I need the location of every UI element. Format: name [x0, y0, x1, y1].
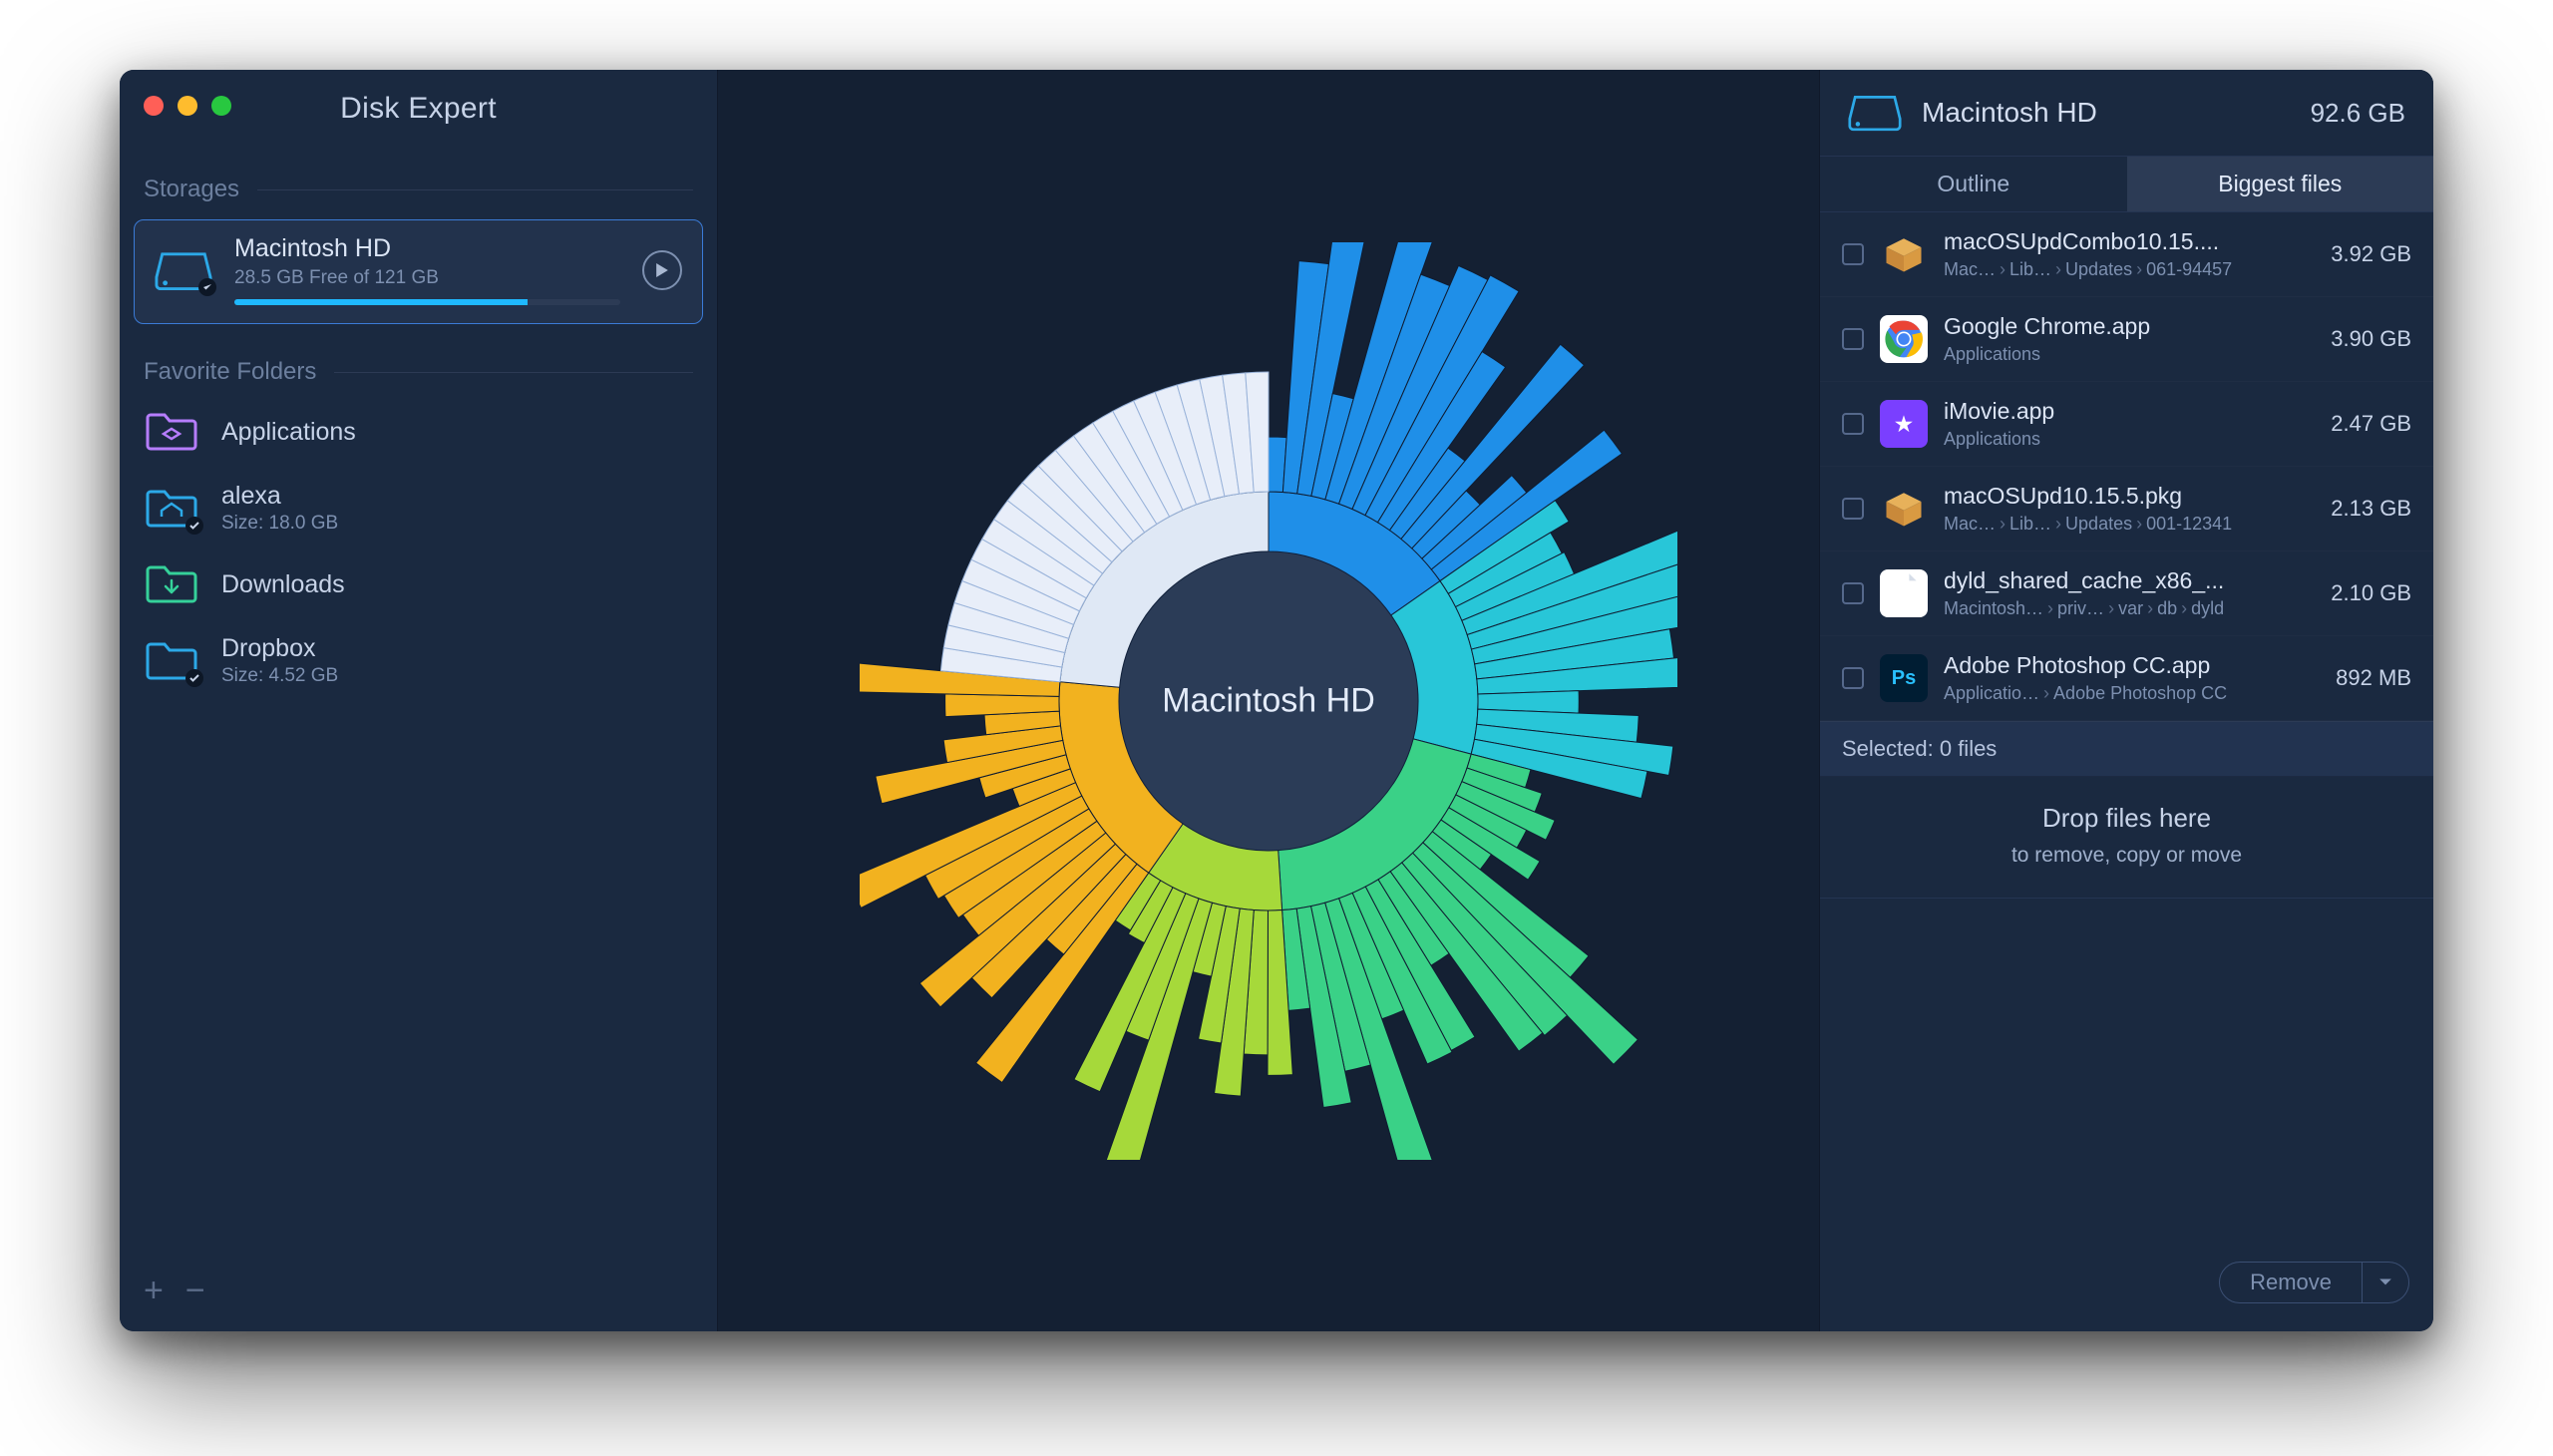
remove-button-dropdown[interactable]	[2362, 1263, 2408, 1302]
file-path: Applications	[1944, 429, 2307, 450]
file-path: Applicatio…›Adobe Photoshop CC	[1944, 683, 2312, 704]
file-icon	[1880, 485, 1928, 533]
details-panel: Macintosh HD 92.6 GB Outline Biggest fil…	[1819, 70, 2433, 1331]
file-row[interactable]: Ps Adobe Photoshop CC.app Applicatio…›Ad…	[1820, 636, 2433, 721]
file-checkbox[interactable]	[1842, 328, 1864, 350]
favorite-folder-dropbox[interactable]: Dropbox Size: 4.52 GB	[120, 620, 717, 701]
tab-outline[interactable]: Outline	[1820, 157, 2127, 211]
details-header: Macintosh HD 92.6 GB	[1820, 70, 2433, 157]
drop-zone[interactable]: Drop files here to remove, copy or move	[1820, 777, 2433, 899]
drop-zone-subtitle: to remove, copy or move	[1830, 844, 2423, 868]
sunburst-chart[interactable]: Macintosh HD	[860, 242, 1677, 1160]
chart-center-label: Macintosh HD	[1162, 681, 1375, 720]
file-size: 892 MB	[2336, 665, 2411, 691]
file-checkbox[interactable]	[1842, 582, 1864, 604]
storage-name: Macintosh HD	[234, 234, 620, 263]
remove-button-label: Remove	[2220, 1263, 2362, 1302]
details-tabs: Outline Biggest files	[1820, 157, 2433, 212]
divider	[334, 372, 693, 373]
file-row[interactable]: dyld_shared_cache_x86_... Macintosh…›pri…	[1820, 551, 2433, 636]
file-row[interactable]: ★ iMovie.app Applications 2.47 GB	[1820, 382, 2433, 467]
file-checkbox[interactable]	[1842, 413, 1864, 435]
file-icon	[1880, 315, 1928, 363]
folder-icon	[144, 562, 199, 606]
sidebar: Disk Expert Storages Macintosh HD 28.5 G…	[120, 70, 718, 1331]
file-row[interactable]: macOSUpdCombo10.15.... Mac…›Lib…›Updates…	[1820, 212, 2433, 297]
favorite-folder-downloads[interactable]: Downloads	[120, 548, 717, 620]
window-close-button[interactable]	[144, 96, 164, 116]
favorite-folder-applications[interactable]: Applications	[120, 396, 717, 468]
file-icon: Ps	[1880, 654, 1928, 702]
storage-usage-bar-fill	[234, 299, 528, 305]
file-name: dyld_shared_cache_x86_...	[1944, 567, 2307, 594]
favorites-section-header: Favorite Folders	[120, 330, 717, 396]
file-icon: ★	[1880, 400, 1928, 448]
biggest-files-list: macOSUpdCombo10.15.... Mac…›Lib…›Updates…	[1820, 212, 2433, 721]
details-disk-size: 92.6 GB	[2311, 98, 2405, 129]
storage-item-macintosh-hd[interactable]: Macintosh HD 28.5 GB Free of 121 GB	[134, 219, 703, 324]
file-checkbox[interactable]	[1842, 498, 1864, 520]
file-name: Google Chrome.app	[1944, 313, 2307, 340]
folder-name: Applications	[221, 418, 356, 447]
file-row[interactable]: macOSUpd10.15.5.pkg Mac…›Lib…›Updates›00…	[1820, 467, 2433, 551]
window-minimize-button[interactable]	[178, 96, 197, 116]
disk-icon	[155, 248, 212, 292]
storages-label: Storages	[144, 176, 239, 203]
file-checkbox[interactable]	[1842, 667, 1864, 689]
folder-name: alexa	[221, 482, 338, 511]
file-size: 2.10 GB	[2331, 580, 2411, 606]
file-checkbox[interactable]	[1842, 243, 1864, 265]
file-path: Mac…›Lib…›Updates›061-94457	[1944, 259, 2307, 280]
storages-section-header: Storages	[120, 148, 717, 213]
storage-usage-bar	[234, 299, 620, 305]
favorite-folder-alexa[interactable]: alexa Size: 18.0 GB	[120, 468, 717, 548]
folder-name: Dropbox	[221, 634, 338, 663]
selection-status: Selected: 0 files	[1820, 721, 2433, 777]
divider	[257, 189, 693, 190]
file-name: Adobe Photoshop CC.app	[1944, 652, 2312, 679]
file-path: Applications	[1944, 344, 2307, 365]
favorites-label: Favorite Folders	[144, 358, 316, 386]
file-icon	[1880, 569, 1928, 617]
chart-panel: Macintosh HD	[718, 70, 1819, 1331]
file-size: 2.13 GB	[2331, 496, 2411, 522]
folder-icon	[144, 639, 199, 683]
file-size: 3.90 GB	[2331, 326, 2411, 352]
disk-icon	[1848, 92, 1902, 134]
file-row[interactable]: Google Chrome.app Applications 3.90 GB	[1820, 297, 2433, 382]
folder-size: Size: 4.52 GB	[221, 665, 338, 687]
scan-button[interactable]	[642, 250, 682, 290]
window-zoom-button[interactable]	[211, 96, 231, 116]
folder-icon	[144, 487, 199, 531]
drop-zone-title: Drop files here	[1830, 803, 2423, 834]
folder-icon	[144, 410, 199, 454]
details-disk-name: Macintosh HD	[1922, 97, 2291, 129]
folder-name: Downloads	[221, 570, 345, 599]
file-size: 2.47 GB	[2331, 411, 2411, 437]
file-name: macOSUpdCombo10.15....	[1944, 228, 2307, 255]
remove-storage-button[interactable]: −	[185, 1274, 205, 1307]
file-name: macOSUpd10.15.5.pkg	[1944, 483, 2307, 510]
folder-size: Size: 18.0 GB	[221, 513, 338, 535]
file-path: Mac…›Lib…›Updates›001-12341	[1944, 514, 2307, 535]
tab-biggest-files[interactable]: Biggest files	[2127, 157, 2434, 211]
titlebar: Disk Expert	[120, 70, 717, 148]
storage-subtitle: 28.5 GB Free of 121 GB	[234, 267, 620, 289]
file-name: iMovie.app	[1944, 398, 2307, 425]
app-window: Disk Expert Storages Macintosh HD 28.5 G…	[120, 70, 2433, 1331]
sidebar-footer: + −	[120, 1250, 717, 1331]
remove-button[interactable]: Remove	[2219, 1262, 2409, 1303]
add-storage-button[interactable]: +	[144, 1274, 164, 1307]
file-icon	[1880, 230, 1928, 278]
file-path: Macintosh…›priv…›var›db›dyld	[1944, 598, 2307, 619]
file-size: 3.92 GB	[2331, 241, 2411, 267]
